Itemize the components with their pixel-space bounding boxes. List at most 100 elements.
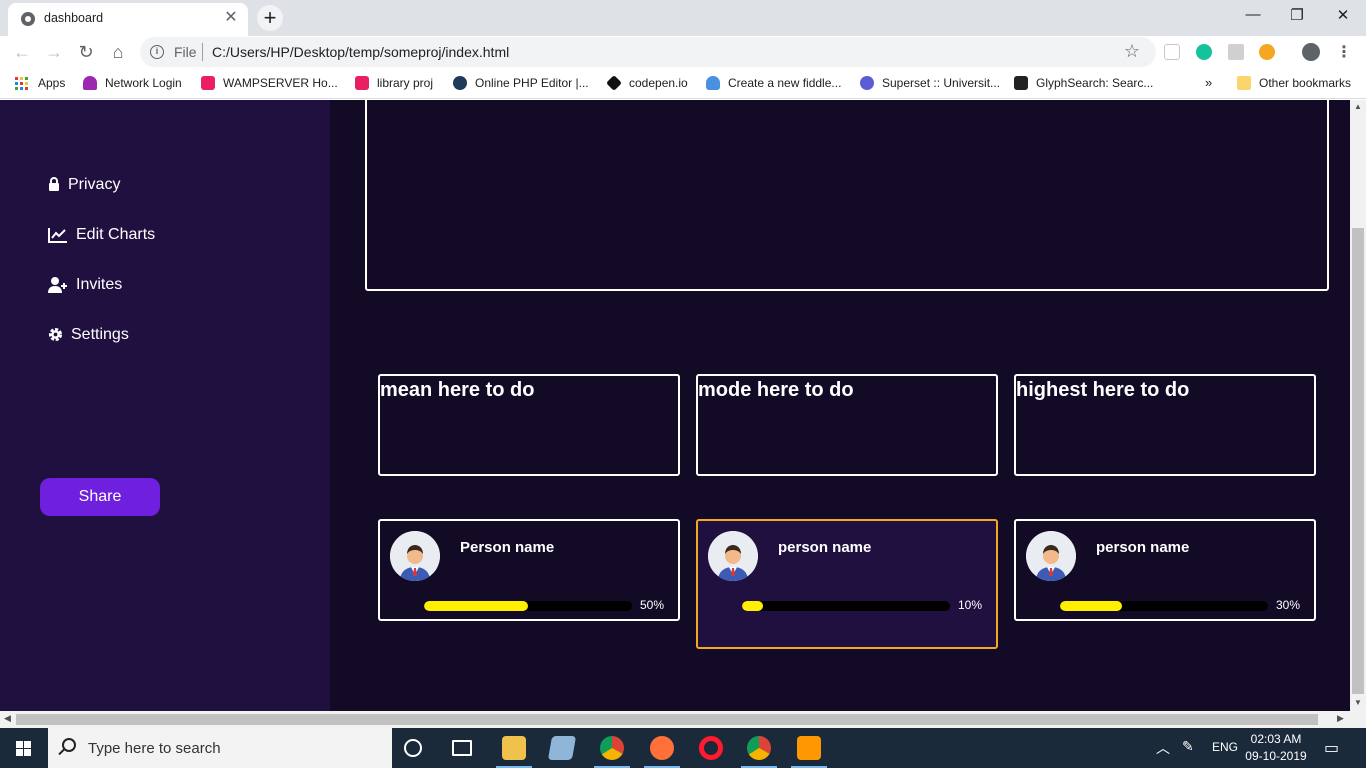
reload-icon[interactable]: ↻	[74, 41, 98, 65]
sidebar-item-label: Settings	[71, 326, 129, 343]
bookmark-star-icon[interactable]: ☆	[1124, 41, 1140, 62]
clock-date: 09-10-2019	[1245, 749, 1307, 763]
minimize-icon[interactable]: —	[1230, 6, 1276, 23]
tab-title: dashboard	[44, 11, 104, 25]
user-plus-icon	[48, 277, 68, 293]
extension-coupon-icon[interactable]	[1259, 44, 1275, 60]
page-viewport: Privacy Edit Charts Invites Settings Sha…	[0, 100, 1350, 711]
progress-percent: 30%	[1276, 598, 1301, 612]
taskbar-search[interactable]: Type here to search	[48, 728, 392, 768]
taskbar: Type here to search ︿ ✎ ENG 02:03 AM 09-…	[0, 728, 1366, 768]
horizontal-scrollbar[interactable]: ◀ ▶	[0, 711, 1366, 728]
sidebar-item-label: Privacy	[68, 176, 121, 193]
bookmark-label: Online PHP Editor |...	[475, 76, 589, 90]
stat-title: mode here to do	[698, 379, 854, 401]
person-card-active[interactable]: person name 10%	[696, 519, 998, 649]
person-card[interactable]: person name 30%	[1014, 519, 1316, 621]
extension-copy-icon[interactable]	[1228, 44, 1244, 60]
back-arrow-icon[interactable]: ←	[10, 41, 34, 65]
stat-card-mode: mode here to do	[696, 374, 998, 476]
scroll-right-icon[interactable]: ▶	[1337, 713, 1344, 724]
apps-grid-icon[interactable]	[15, 77, 29, 91]
forward-arrow-icon[interactable]: →	[42, 41, 66, 65]
progress-percent: 50%	[640, 598, 665, 612]
search-placeholder: Type here to search	[88, 740, 221, 757]
browser-tab[interactable]: dashboard ✕	[8, 3, 248, 36]
progress-percent: 10%	[958, 598, 983, 612]
divider	[202, 43, 203, 61]
new-tab-button[interactable]: +	[257, 5, 283, 31]
progress-bar	[1060, 601, 1268, 611]
scrollbar-thumb[interactable]	[16, 714, 1318, 725]
progress-fill	[1060, 601, 1123, 611]
stat-card-highest: highest here to do	[1014, 374, 1316, 476]
bookmark-label: Apps	[38, 76, 66, 90]
stat-title: mean here to do	[380, 379, 535, 401]
vertical-scrollbar[interactable]: ▲ ▼	[1350, 100, 1366, 711]
chrome-icon[interactable]	[594, 736, 630, 768]
stat-card-mean: mean here to do	[378, 374, 680, 476]
opera-icon[interactable]	[699, 736, 723, 760]
gear-icon	[48, 327, 68, 343]
scrollbar-thumb[interactable]	[1352, 228, 1364, 694]
close-tab-icon[interactable]: ✕	[222, 9, 240, 27]
browser-toolbar: ← → ↻ ⌂ i File C:/Users/HP/Desktop/temp/…	[0, 36, 1366, 69]
progress-bar	[742, 601, 950, 611]
address-bar[interactable]: i File C:/Users/HP/Desktop/temp/someproj…	[140, 37, 1156, 67]
glyphsearch-icon	[1014, 76, 1028, 90]
profile-avatar-icon[interactable]	[1302, 43, 1320, 61]
php-editor-icon	[453, 76, 467, 90]
avatar	[708, 531, 758, 581]
menu-kebab-icon[interactable]: ⋮	[1336, 42, 1352, 62]
home-icon[interactable]: ⌂	[106, 41, 130, 65]
restore-icon[interactable]: ❐	[1274, 6, 1320, 24]
clock-time: 02:03 AM	[1250, 732, 1302, 746]
umbrella-icon	[83, 76, 97, 90]
clock[interactable]: 02:03 AM 09-10-2019	[1244, 731, 1308, 765]
bookmark-label: WAMPSERVER Ho...	[223, 76, 338, 90]
info-icon[interactable]: i	[150, 45, 164, 59]
scheme-label: File	[174, 44, 197, 60]
chrome-active-icon[interactable]	[741, 736, 777, 768]
globe-icon	[21, 12, 35, 26]
person-name: Person name	[460, 539, 555, 556]
bookmark-apps[interactable]: Apps	[38, 76, 65, 90]
share-button[interactable]: Share	[40, 478, 160, 516]
bookmark-label: library proj	[377, 76, 434, 90]
browser-tabstrip: dashboard ✕ + — ❐ ✕	[0, 0, 1366, 36]
scroll-left-icon[interactable]: ◀	[4, 713, 11, 724]
person-name: person name	[778, 539, 872, 556]
sidebar-item-label: Edit Charts	[76, 226, 156, 243]
language-indicator[interactable]: ENG	[1212, 740, 1238, 754]
url-text[interactable]: C:/Users/HP/Desktop/temp/someproj/index.…	[212, 44, 509, 60]
avatar	[1026, 531, 1076, 581]
scroll-down-icon[interactable]: ▼	[1350, 698, 1366, 707]
windows-start-icon[interactable]	[0, 728, 48, 768]
chart-line-icon	[48, 227, 68, 243]
notification-icon[interactable]: ▭	[1324, 738, 1339, 758]
pen-icon[interactable]: ✎	[1182, 738, 1194, 755]
lock-icon	[48, 177, 68, 193]
progress-bar	[424, 601, 632, 611]
bookmark-label: Network Login	[105, 76, 182, 90]
chart-container	[365, 100, 1329, 291]
search-icon	[62, 738, 76, 752]
notepad-icon[interactable]	[547, 736, 577, 760]
sidebar-item-label: Invites	[76, 276, 123, 293]
window-close-icon[interactable]: ✕	[1320, 6, 1366, 24]
tray-chevron-icon[interactable]: ︿	[1156, 738, 1170, 758]
firefox-icon[interactable]	[644, 736, 680, 768]
sublime-text-icon[interactable]	[791, 736, 827, 768]
avatar	[390, 531, 440, 581]
cloud-icon	[706, 76, 720, 90]
person-card[interactable]: Person name 50%	[378, 519, 680, 621]
progress-fill	[742, 601, 763, 611]
file-explorer-icon[interactable]	[496, 736, 532, 768]
scroll-up-icon[interactable]: ▲	[1350, 102, 1366, 111]
extension-grammarly-icon[interactable]	[1196, 44, 1212, 60]
cortana-icon[interactable]	[404, 739, 422, 757]
bookmarks-overflow-button[interactable]: »	[1205, 75, 1212, 90]
task-view-icon[interactable]	[452, 740, 472, 756]
extension-pocket-icon[interactable]	[1164, 44, 1180, 60]
progress-fill	[424, 601, 528, 611]
